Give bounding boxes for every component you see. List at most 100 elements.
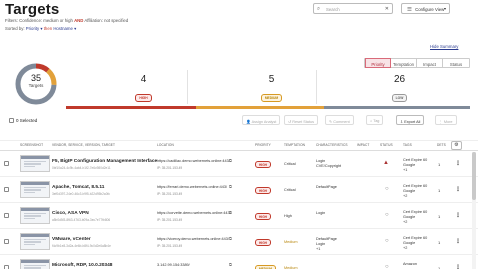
- temptation-value: High: [284, 214, 292, 218]
- target-name[interactable]: Cisco, ASA VPN: [52, 211, 89, 216]
- target-screenshot[interactable]: [20, 181, 50, 198]
- target-id: 3ef0d397-24e0-46c3-b9f5-b22d95b2a0fc: [52, 192, 110, 196]
- row-menu-icon[interactable]: ⋮: [455, 212, 461, 219]
- col-temptation[interactable]: Temptation: [284, 143, 305, 147]
- status-icon[interactable]: ○: [385, 238, 389, 244]
- target-id: 0bf10a24-4c9b-4ab4-b1f2-7e6c980d2e11: [52, 166, 111, 170]
- col-impact[interactable]: Impact: [357, 143, 369, 147]
- sort-priority[interactable]: Priority ▾: [26, 26, 43, 31]
- target-screenshot[interactable]: [20, 233, 50, 250]
- export-all-button[interactable]: ⇩ Export All: [396, 115, 425, 125]
- target-screenshot[interactable]: [20, 207, 50, 224]
- col-tags[interactable]: Tags: [403, 143, 412, 147]
- filters-prefix: Filters:: [5, 18, 18, 23]
- priority-badge: HIGH: [255, 161, 271, 169]
- assign-analyst-button[interactable]: 👤 Assign Analyst: [242, 115, 281, 125]
- detections-count[interactable]: 1: [438, 240, 440, 245]
- status-icon[interactable]: ○: [385, 186, 389, 192]
- col-target[interactable]: Vendor, Service, Version, Target: [52, 143, 115, 147]
- reset-status-label: Reset Status: [292, 119, 314, 124]
- close-icon[interactable]: ✕: [385, 6, 389, 12]
- tab-status[interactable]: Status: [443, 59, 469, 67]
- tag-item: +2: [403, 193, 408, 198]
- selected-count: 0 Selected: [16, 118, 38, 123]
- hide-summary-link[interactable]: Hide Summary: [430, 44, 458, 49]
- row-menu-icon[interactable]: ⋮: [455, 160, 461, 167]
- more-button[interactable]: ⋮ More: [435, 115, 457, 125]
- detections-count[interactable]: 1: [438, 162, 440, 167]
- external-link-icon[interactable]: ⧉: [229, 158, 232, 163]
- row-menu-icon[interactable]: ⋮: [455, 264, 461, 269]
- tag-button[interactable]: ⌂ Tag: [366, 115, 384, 125]
- row-checkbox[interactable]: [4, 213, 9, 218]
- row-checkbox[interactable]: [4, 265, 9, 269]
- row-menu-icon[interactable]: ⋮: [455, 186, 461, 193]
- comment-button[interactable]: ✎ Comment: [325, 115, 354, 125]
- status-icon[interactable]: ○: [385, 212, 389, 218]
- tag-item: +2: [403, 219, 408, 224]
- temptation-value: Critical: [284, 162, 296, 166]
- external-link-icon[interactable]: ⧉: [229, 210, 232, 215]
- stat-bar-medium: [196, 106, 324, 109]
- tab-impact[interactable]: Impact: [417, 59, 443, 67]
- stat-low[interactable]: 26 LOW: [372, 74, 427, 104]
- search-input[interactable]: ⌕ Search ✕: [313, 3, 393, 14]
- external-link-icon[interactable]: ⧉: [229, 236, 232, 241]
- external-link-icon[interactable]: ⧉: [229, 262, 232, 267]
- external-link-icon[interactable]: ⧉: [229, 184, 232, 189]
- tag-icon: ⌂: [370, 118, 373, 123]
- tag-label: Tag: [373, 118, 380, 123]
- col-screenshot[interactable]: Screenshot: [20, 143, 43, 147]
- target-location[interactable]: https://ferrari.demo.webernets.online:44…: [157, 185, 227, 189]
- target-name[interactable]: Microsoft, RDP, 10.0.20348: [52, 263, 112, 268]
- detections-count[interactable]: 1: [438, 188, 440, 193]
- tab-temptation[interactable]: Temptation: [391, 59, 417, 67]
- characteristics-list: Login CVE/Copyright: [316, 159, 341, 169]
- col-dets[interactable]: Dets: [437, 143, 446, 147]
- stat-high-badge: HIGH: [135, 94, 152, 102]
- status-icon[interactable]: ○: [385, 264, 389, 269]
- filter-confidence[interactable]: Confidence: medium or high: [19, 18, 73, 23]
- scrollbar-thumb[interactable]: [472, 152, 476, 200]
- temptation-value: Medium: [284, 240, 298, 244]
- target-location[interactable]: https://corvette.demo.webernets.online:4…: [157, 211, 231, 215]
- sort-hostname-label: Hostname: [53, 26, 73, 31]
- gear-icon[interactable]: ⚙: [451, 141, 462, 150]
- select-all-checkbox[interactable]: [9, 118, 14, 123]
- col-status[interactable]: Status: [380, 143, 393, 147]
- filter-affiliation[interactable]: Affiliation: not specified: [84, 18, 128, 23]
- stat-high[interactable]: 4 HIGH: [116, 74, 171, 104]
- reset-status-button[interactable]: ↺ Reset Status: [284, 115, 318, 125]
- temptation-value: Critical: [284, 188, 296, 192]
- col-characteristics[interactable]: Characteristics: [316, 143, 348, 147]
- target-name[interactable]: F5, BigIP Configuration Management Inter…: [52, 159, 157, 164]
- row-checkbox[interactable]: [4, 187, 9, 192]
- stat-medium-badge: MEDIUM: [260, 94, 283, 102]
- target-screenshot[interactable]: [20, 259, 50, 269]
- col-priority[interactable]: Priority: [255, 143, 271, 147]
- tag-item: +1: [403, 167, 408, 172]
- stat-medium[interactable]: 5 MEDIUM: [244, 74, 299, 104]
- stat-divider: [187, 70, 188, 104]
- configure-view-button[interactable]: ☰ Configure View ▾: [401, 3, 450, 14]
- target-name[interactable]: VMware, vCenter: [52, 237, 91, 242]
- stat-low-badge: LOW: [391, 94, 408, 102]
- target-name[interactable]: Apache, Tomcat, 8.5.11: [52, 185, 104, 190]
- sort-hostname[interactable]: Hostname ▾: [53, 26, 76, 31]
- row-checkbox[interactable]: [4, 161, 9, 166]
- col-location[interactable]: Location: [157, 143, 174, 147]
- sort-then: then: [43, 26, 53, 31]
- row-menu-icon[interactable]: ⋮: [455, 238, 461, 245]
- target-location[interactable]: https://viceroy.demo.webernets.online:44…: [157, 237, 229, 241]
- target-screenshot[interactable]: [20, 155, 50, 172]
- target-location[interactable]: 3.142.99.154:3389/: [157, 263, 190, 267]
- tab-priority[interactable]: Priority: [365, 58, 391, 68]
- characteristics-list: DefaultPage Login +1: [316, 237, 337, 251]
- row-checkbox[interactable]: [4, 239, 9, 244]
- stat-low-value: 26: [393, 74, 406, 85]
- priority-badge: HIGH: [255, 187, 271, 195]
- detections-count[interactable]: 1: [438, 214, 440, 219]
- donut-total: 35: [30, 73, 41, 83]
- columns-icon: ☰: [407, 6, 412, 13]
- target-location[interactable]: https://cadillac.demo.webernets.online:4…: [157, 159, 230, 163]
